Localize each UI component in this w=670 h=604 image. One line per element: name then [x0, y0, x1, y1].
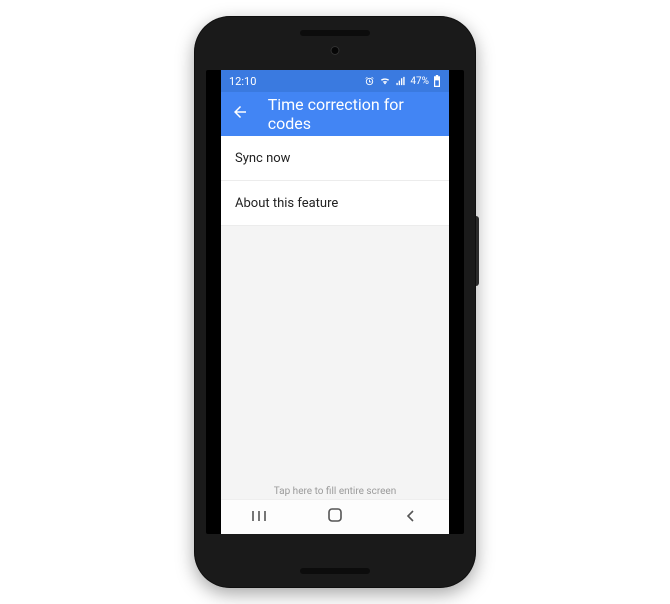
home-icon — [327, 507, 343, 527]
nav-recents-button[interactable] — [239, 505, 279, 529]
signal-icon — [395, 76, 406, 87]
nav-back-button[interactable] — [391, 505, 431, 529]
status-bar: 12:10 47% — [221, 70, 449, 92]
screen: 12:10 47% — [206, 70, 464, 534]
app-viewport: 12:10 47% — [221, 70, 449, 534]
list-item-sync-now[interactable]: Sync now — [221, 136, 449, 181]
nav-home-button[interactable] — [315, 505, 355, 529]
list-item-label: About this feature — [235, 196, 338, 211]
side-button — [476, 216, 479, 286]
arrow-left-icon — [231, 103, 249, 125]
battery-text: 47% — [410, 76, 429, 87]
stage: 12:10 47% — [0, 0, 670, 604]
wifi-icon — [379, 76, 391, 87]
back-button[interactable] — [231, 104, 250, 124]
chevron-left-icon — [405, 508, 417, 527]
recents-icon — [250, 508, 268, 527]
system-nav-bar — [221, 499, 449, 534]
status-time: 12:10 — [229, 75, 256, 88]
alarm-icon — [364, 76, 375, 87]
list-item-about[interactable]: About this feature — [221, 181, 449, 226]
front-camera — [331, 46, 340, 55]
page-title: Time correction for codes — [268, 95, 439, 133]
settings-list: Sync now About this feature — [221, 136, 449, 226]
speaker-top — [300, 30, 370, 36]
app-bar: Time correction for codes — [221, 92, 449, 136]
hint-text: Tap here to fill entire screen — [274, 486, 397, 497]
fill-screen-hint[interactable]: Tap here to fill entire screen — [221, 482, 449, 499]
battery-icon — [433, 75, 441, 87]
phone-frame: 12:10 47% — [194, 16, 476, 588]
list-item-label: Sync now — [235, 151, 290, 166]
status-right: 47% — [364, 75, 441, 87]
speaker-bottom — [300, 568, 370, 574]
content-area — [221, 226, 449, 482]
